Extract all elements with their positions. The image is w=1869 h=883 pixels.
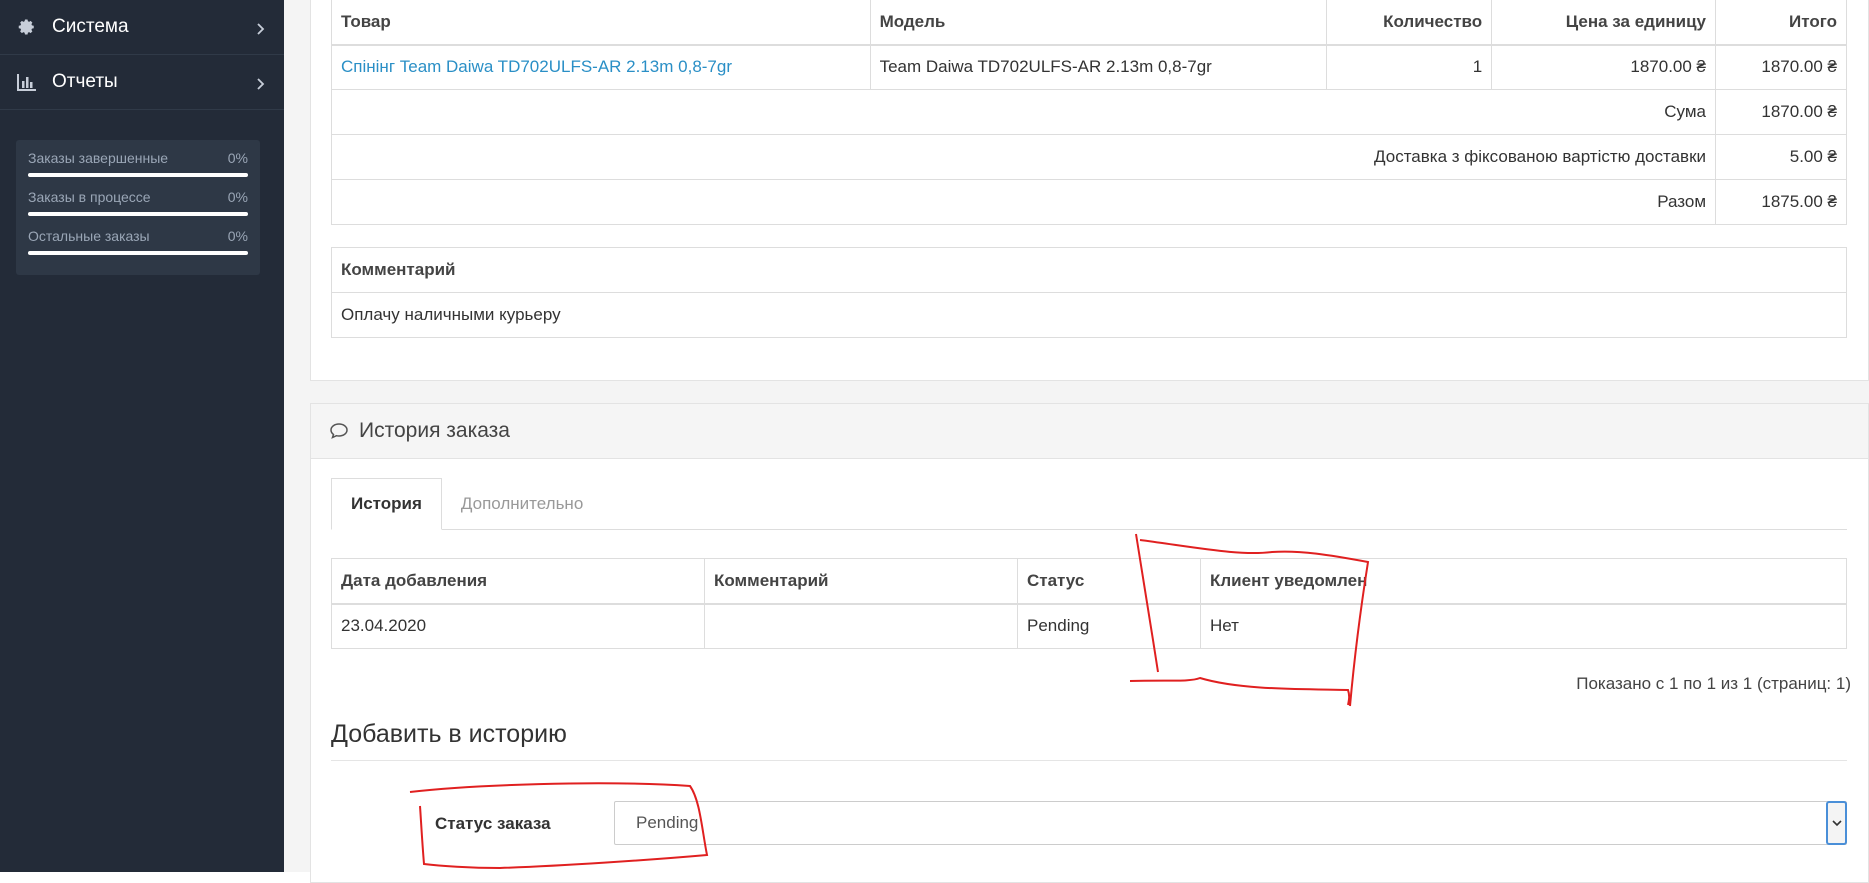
stat-progress-bar [28, 212, 248, 216]
stat-progress-bar [28, 173, 248, 177]
column-header: Товар [331, 0, 871, 46]
comment-text: Оплачу наличными курьеру [331, 292, 1847, 338]
bar-chart-icon [16, 71, 38, 93]
history-tabs: История Дополнительно [331, 478, 1847, 530]
grand-total-row: Разом 1875.00 ₴ [330, 179, 1847, 225]
sidebar-item-reports[interactable]: Отчеты [0, 55, 284, 110]
column-header: Статус [1017, 558, 1201, 605]
date-cell: 23.04.2020 [331, 603, 705, 649]
stat-value: 0% [227, 150, 248, 166]
stat-completed: Заказы завершенные 0% [28, 150, 248, 177]
comment-header: Комментарий [331, 247, 1847, 293]
status-cell: Pending [1017, 603, 1201, 649]
stat-value: 0% [227, 228, 248, 244]
order-status-select[interactable]: Pending [614, 801, 1847, 845]
column-header: Количество [1326, 0, 1493, 46]
stat-label: Заказы завершенные [28, 150, 169, 166]
sidebar-item-label: Система [52, 16, 129, 37]
tab-history[interactable]: История [331, 478, 442, 530]
notified-cell: Нет [1200, 603, 1847, 649]
divider [331, 760, 1847, 761]
panel-title: История заказа [359, 419, 510, 442]
column-header: Клиент уведомлен [1200, 558, 1847, 605]
stat-label: Заказы в процессе [28, 189, 151, 205]
unit-price-cell: 1870.00 ₴ [1491, 44, 1717, 90]
stat-other: Остальные заказы 0% [28, 228, 248, 255]
column-header: Дата добавления [331, 558, 705, 605]
totals-label: Сума [330, 89, 1717, 135]
chevron-right-icon [254, 75, 268, 90]
totals-value: 1875.00 ₴ [1715, 179, 1847, 225]
line-total-cell: 1870.00 ₴ [1715, 44, 1847, 90]
panel-heading: История заказа [311, 404, 1868, 459]
gear-icon [16, 16, 38, 38]
stat-value: 0% [227, 189, 248, 205]
stat-progress-bar [28, 251, 248, 255]
sidebar-item-label: Отчеты [52, 71, 118, 92]
stat-processing: Заказы в процессе 0% [28, 189, 248, 216]
add-history-title: Добавить в историю [331, 720, 567, 748]
comment-cell [704, 603, 1018, 649]
products-table: Товар Модель Количество Цена за единицу … [330, 0, 1847, 225]
totals-value: 5.00 ₴ [1715, 134, 1847, 180]
order-stats: Заказы завершенные 0% Заказы в процессе 0%… [16, 140, 260, 275]
order-status-value: Pending [636, 813, 699, 832]
quantity-cell: 1 [1326, 44, 1493, 90]
table-row: 23.04.2020 Pending Нет [331, 603, 1847, 649]
model-cell: Team Daiwa TD702ULFS-AR 2.13m 0,8-7gr [869, 44, 1328, 90]
order-history-panel: История заказа История Дополнительно Дат… [310, 403, 1869, 883]
table-row: Спінінг Team Daiwa TD702ULFS-AR 2.13m 0,… [331, 44, 1847, 90]
table-header-row: Дата добавления Комментарий Статус Клиен… [331, 558, 1847, 605]
column-header: Цена за единицу [1491, 0, 1717, 46]
shipping-row: Доставка з фіксованою вартістю доставки … [330, 134, 1847, 180]
order-status-label: Статус заказа [435, 814, 551, 833]
chevron-right-icon [254, 20, 268, 35]
stat-label: Остальные заказы [28, 228, 150, 244]
sidebar-item-system[interactable]: Система [0, 0, 284, 55]
chevron-down-icon[interactable] [1826, 801, 1847, 845]
sidebar: Система Отчеты Заказы завершенные 0% Зака… [0, 0, 284, 872]
pagination-info: Показано с 1 по 1 из 1 (страниц: 1) [1576, 674, 1851, 693]
totals-label: Доставка з фіксованою вартістю доставки [330, 134, 1717, 180]
comment-table: Комментарий Оплачу наличными курьеру [331, 247, 1847, 338]
subtotal-row: Сума 1870.00 ₴ [330, 89, 1847, 135]
column-header: Комментарий [704, 558, 1018, 605]
totals-label: Разом [330, 179, 1717, 225]
table-header-row: Товар Модель Количество Цена за единицу … [331, 0, 1847, 46]
column-header: Модель [869, 0, 1328, 46]
totals-value: 1870.00 ₴ [1715, 89, 1847, 135]
tab-additional[interactable]: Дополнительно [442, 478, 602, 530]
order-products-panel: Товар Модель Количество Цена за единицу … [310, 0, 1869, 381]
main-content: Товар Модель Количество Цена за единицу … [284, 0, 1869, 883]
history-table: Дата добавления Комментарий Статус Клиен… [331, 558, 1847, 649]
comment-icon [329, 421, 349, 441]
column-header: Итого [1715, 0, 1847, 46]
product-cell: Спінінг Team Daiwa TD702ULFS-AR 2.13m 0,… [331, 44, 871, 90]
product-link[interactable]: Спінінг Team Daiwa TD702ULFS-AR 2.13m 0,… [341, 57, 732, 76]
